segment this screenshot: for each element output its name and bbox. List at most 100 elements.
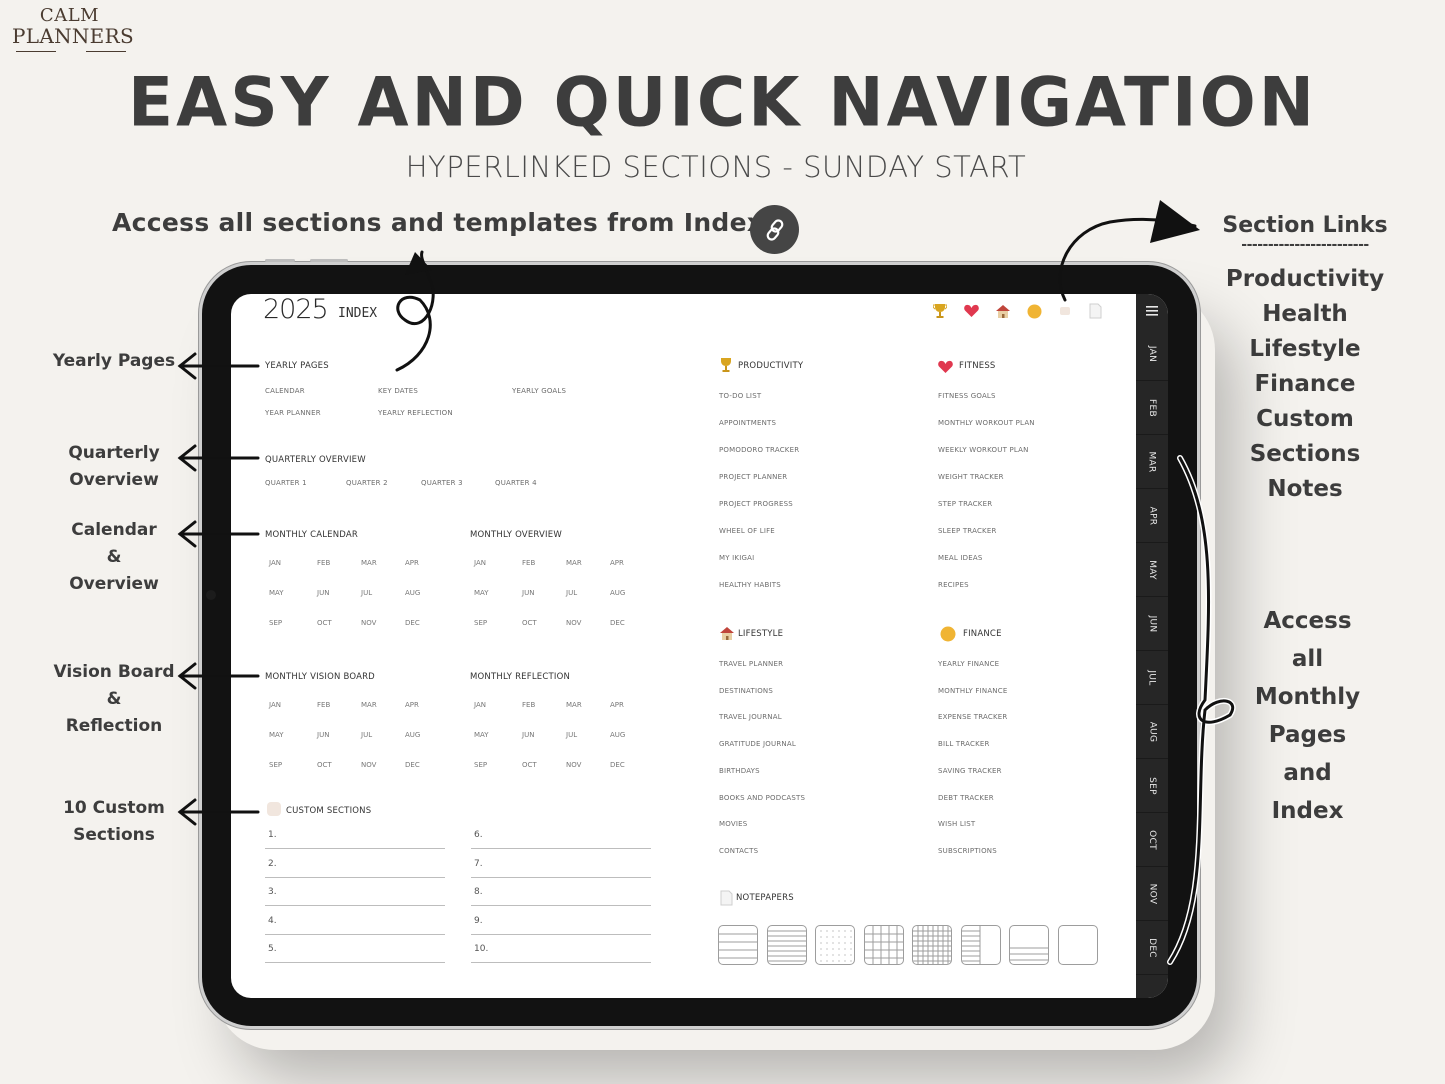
monthly-reflection-month-may[interactable]: MAY — [474, 731, 489, 739]
monthly-overview-month-apr[interactable]: APR — [610, 559, 624, 567]
fitness-heading[interactable]: FITNESS — [959, 361, 996, 371]
lifestyle-link-travel-planner[interactable]: TRAVEL PLANNER — [719, 660, 783, 668]
productivity-link-project-progress[interactable]: PROJECT PROGRESS — [719, 500, 793, 508]
lifestyle-link-books-and-podcasts[interactable]: BOOKS AND PODCASTS — [719, 794, 805, 802]
monthly-overview-heading[interactable]: MONTHLY OVERVIEW — [470, 530, 562, 540]
productivity-heading[interactable]: PRODUCTIVITY — [738, 361, 803, 371]
custom-section-2[interactable]: 2. — [265, 853, 445, 878]
monthly-overview-month-jan[interactable]: JAN — [474, 559, 486, 567]
monthly-overview-month-jul[interactable]: JUL — [566, 589, 577, 597]
monthly-reflection-month-jan[interactable]: JAN — [474, 701, 486, 709]
monthly-overview-month-mar[interactable]: MAR — [566, 559, 582, 567]
monthly-reflection-month-jun[interactable]: JUN — [522, 731, 534, 739]
fitness-link-weight-tracker[interactable]: WEIGHT TRACKER — [938, 473, 1004, 481]
monthly-vision-board-heading[interactable]: MONTHLY VISION BOARD — [265, 672, 375, 682]
notepaper-blank[interactable] — [1057, 925, 1098, 965]
finance-link-yearly-finance[interactable]: YEARLY FINANCE — [938, 660, 999, 668]
finance-link-saving-tracker[interactable]: SAVING TRACKER — [938, 767, 1002, 775]
monthly-calendar-month-jun[interactable]: JUN — [317, 589, 329, 597]
lifestyle-link-movies[interactable]: MOVIES — [719, 820, 747, 828]
monthly-vision-board-month-jun[interactable]: JUN — [317, 731, 329, 739]
yearly-pages-heading[interactable]: YEARLY PAGES — [265, 361, 329, 371]
custom-sections-heading[interactable]: CUSTOM SECTIONS — [286, 806, 371, 816]
notepaper-dotted[interactable] — [815, 925, 855, 965]
monthly-reflection-month-mar[interactable]: MAR — [566, 701, 582, 709]
tab-jul[interactable]: JUL — [1136, 651, 1168, 705]
lifestyle-link-destinations[interactable]: DESTINATIONS — [719, 687, 773, 695]
monthly-vision-board-month-aug[interactable]: AUG — [405, 731, 420, 739]
lifestyle-link-gratitude-journal[interactable]: GRATITUDE JOURNAL — [719, 740, 796, 748]
tab-jan[interactable]: JAN — [1136, 327, 1168, 381]
monthly-vision-board-month-mar[interactable]: MAR — [361, 701, 377, 709]
link-year-planner[interactable]: YEAR PLANNER — [265, 409, 321, 417]
monthly-reflection-month-sep[interactable]: SEP — [474, 761, 487, 769]
fitness-link-recipes[interactable]: RECIPES — [938, 581, 969, 589]
finance-heading[interactable]: FINANCE — [963, 629, 1002, 639]
monthly-reflection-month-aug[interactable]: AUG — [610, 731, 625, 739]
monthly-overview-month-aug[interactable]: AUG — [610, 589, 625, 597]
monthly-vision-board-month-apr[interactable]: APR — [405, 701, 419, 709]
monthly-overview-month-dec[interactable]: DEC — [610, 619, 625, 627]
lifestyle-link-birthdays[interactable]: BIRTHDAYS — [719, 767, 760, 775]
productivity-link-healthy-habits[interactable]: HEALTHY HABITS — [719, 581, 781, 589]
fitness-link-monthly-workout-plan[interactable]: MONTHLY WORKOUT PLAN — [938, 419, 1035, 427]
notepaper-lined-wide[interactable] — [718, 925, 758, 965]
productivity-link-wheel-of-life[interactable]: WHEEL OF LIFE — [719, 527, 775, 535]
tab-jun[interactable]: JUN — [1136, 597, 1168, 651]
tab-oct[interactable]: OCT — [1136, 813, 1168, 867]
notepaper-grid-large[interactable] — [863, 925, 904, 965]
monthly-calendar-month-jan[interactable]: JAN — [269, 559, 281, 567]
fitness-link-step-tracker[interactable]: STEP TRACKER — [938, 500, 992, 508]
monthly-reflection-month-oct[interactable]: OCT — [522, 761, 537, 769]
monthly-overview-month-sep[interactable]: SEP — [474, 619, 487, 627]
link-quarter-2[interactable]: QUARTER 2 — [346, 479, 388, 487]
link-yearly-goals[interactable]: YEARLY GOALS — [512, 387, 566, 395]
productivity-link-to-do-list[interactable]: TO-DO LIST — [719, 392, 761, 400]
custom-section-6[interactable]: 6. — [471, 824, 651, 849]
monthly-calendar-month-nov[interactable]: NOV — [361, 619, 376, 627]
finance-link-wish-list[interactable]: WISH LIST — [938, 820, 975, 828]
monthly-reflection-month-dec[interactable]: DEC — [610, 761, 625, 769]
lifestyle-link-travel-journal[interactable]: TRAVEL JOURNAL — [719, 713, 782, 721]
custom-icon[interactable] — [1056, 302, 1074, 320]
monthly-reflection-month-nov[interactable]: NOV — [566, 761, 581, 769]
link-key-dates[interactable]: KEY DATES — [378, 387, 418, 395]
monthly-vision-board-month-feb[interactable]: FEB — [317, 701, 330, 709]
productivity-link-pomodoro-tracker[interactable]: POMODORO TRACKER — [719, 446, 799, 454]
heart-icon[interactable] — [962, 302, 980, 320]
monthly-calendar-month-mar[interactable]: MAR — [361, 559, 377, 567]
productivity-link-appointments[interactable]: APPOINTMENTS — [719, 419, 776, 427]
notepaper-cornell[interactable] — [960, 925, 1001, 965]
quarterly-overview-heading[interactable]: QUARTERLY OVERVIEW — [265, 455, 366, 465]
finance-link-bill-tracker[interactable]: BILL TRACKER — [938, 740, 990, 748]
fitness-link-weekly-workout-plan[interactable]: WEEKLY WORKOUT PLAN — [938, 446, 1029, 454]
monthly-overview-month-may[interactable]: MAY — [474, 589, 489, 597]
link-quarter-4[interactable]: QUARTER 4 — [495, 479, 537, 487]
monthly-reflection-month-feb[interactable]: FEB — [522, 701, 535, 709]
monthly-calendar-month-apr[interactable]: APR — [405, 559, 419, 567]
fitness-link-meal-ideas[interactable]: MEAL IDEAS — [938, 554, 983, 562]
custom-section-5[interactable]: 5. — [265, 938, 445, 963]
monthly-overview-month-feb[interactable]: FEB — [522, 559, 535, 567]
link-calendar[interactable]: CALENDAR — [265, 387, 305, 395]
coin-icon[interactable] — [1025, 302, 1043, 320]
finance-link-expense-tracker[interactable]: EXPENSE TRACKER — [938, 713, 1007, 721]
menu-button[interactable] — [1136, 294, 1168, 327]
custom-section-1[interactable]: 1. — [265, 824, 445, 849]
fitness-link-sleep-tracker[interactable]: SLEEP TRACKER — [938, 527, 997, 535]
custom-section-3[interactable]: 3. — [265, 881, 445, 906]
custom-section-4[interactable]: 4. — [265, 910, 445, 935]
monthly-vision-board-month-may[interactable]: MAY — [269, 731, 284, 739]
tab-aug[interactable]: AUG — [1136, 705, 1168, 759]
monthly-reflection-month-jul[interactable]: JUL — [566, 731, 577, 739]
lifestyle-link-contacts[interactable]: CONTACTS — [719, 847, 758, 855]
productivity-link-my-ikigai[interactable]: MY IKIGAI — [719, 554, 754, 562]
monthly-calendar-month-jul[interactable]: JUL — [361, 589, 372, 597]
custom-section-10[interactable]: 10. — [471, 938, 651, 963]
notepaper-grid-small[interactable] — [912, 925, 952, 965]
planner-page-title[interactable]: INDEX — [338, 306, 377, 321]
tab-nov[interactable]: NOV — [1136, 867, 1168, 921]
monthly-vision-board-month-dec[interactable]: DEC — [405, 761, 420, 769]
house-icon[interactable] — [994, 302, 1012, 320]
lifestyle-heading[interactable]: LIFESTYLE — [738, 629, 783, 639]
